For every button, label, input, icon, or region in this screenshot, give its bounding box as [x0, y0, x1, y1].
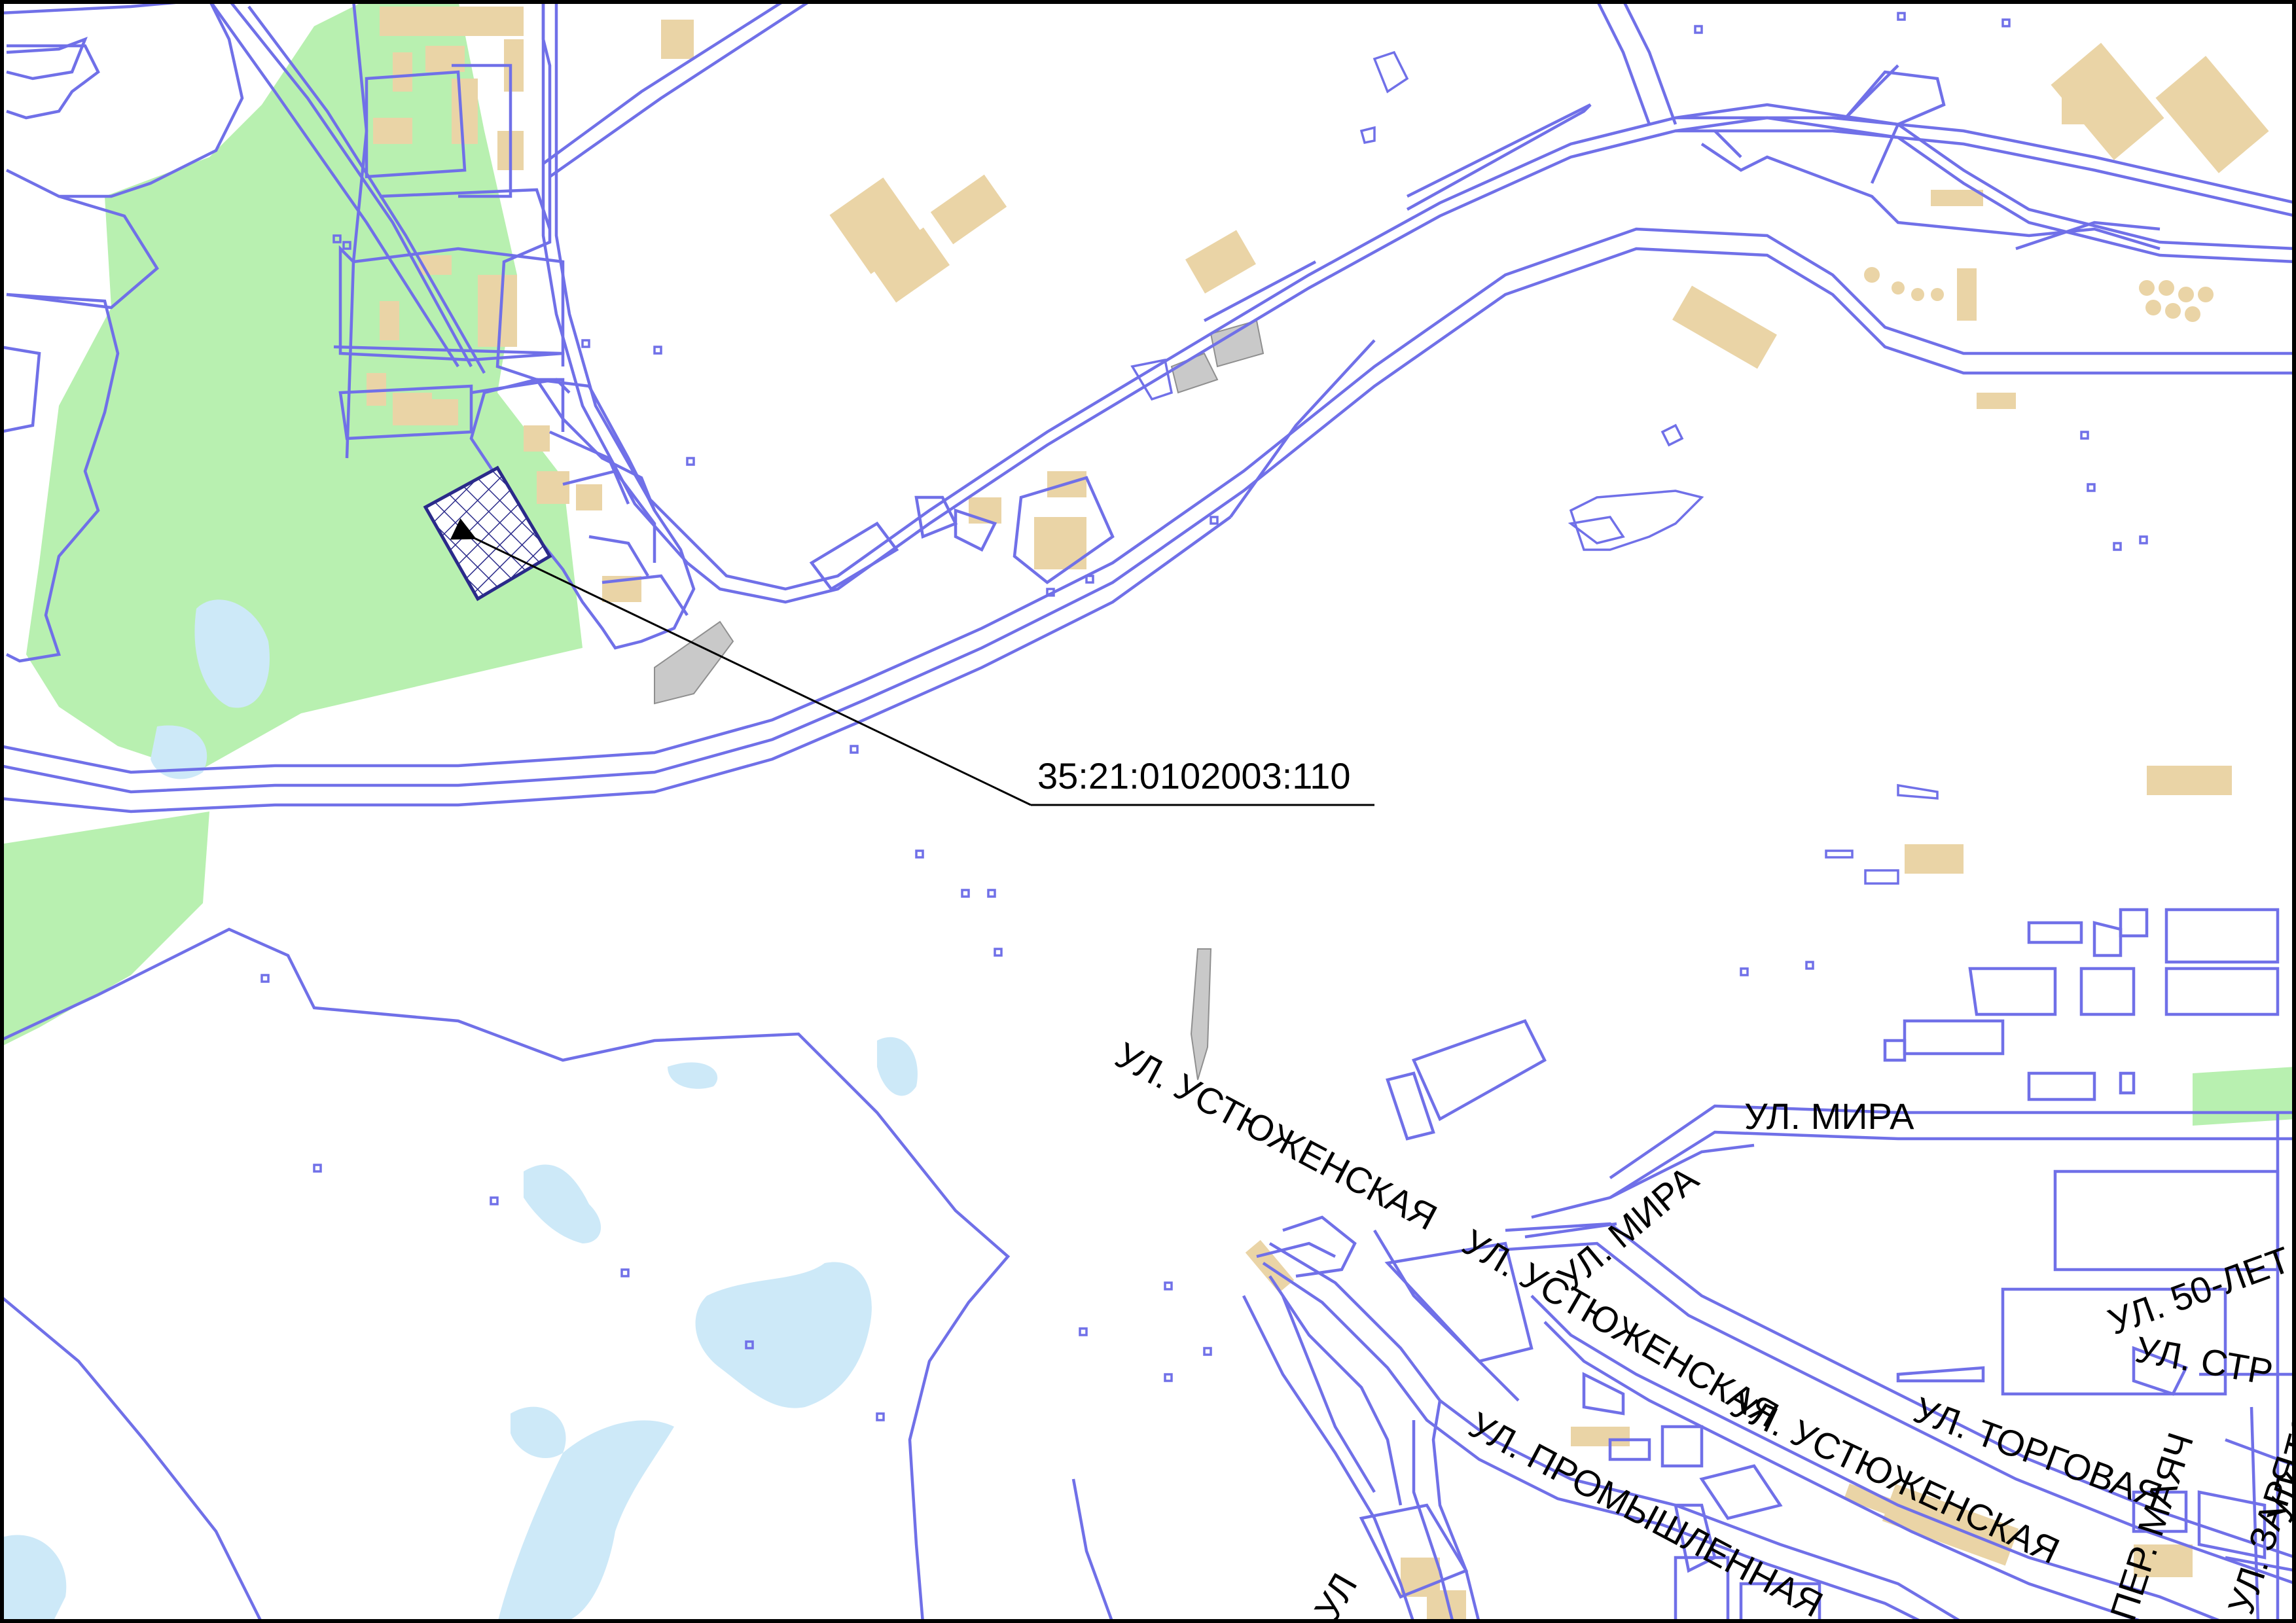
street-label-ustyuzhenskaya-1: УЛ. УСТЮЖЕНСКАЯ: [1109, 1034, 1443, 1238]
street-labels: УЛ. УСТЮЖЕНСКАЯ УЛ. МИРА УЛ. МИРА УЛ. УС…: [1109, 1034, 2296, 1623]
street-label-str: УЛ. СТР: [2132, 1329, 2276, 1393]
forest-areas: [0, 0, 2296, 1126]
map-canvas[interactable]: 35:21:0102003:110 УЛ. УСТЮЖЕНСКАЯ УЛ. МИ…: [0, 0, 2296, 1623]
street-label-ul-cut: УЛ: [1306, 1566, 1365, 1623]
water-bodies: [0, 599, 918, 1623]
cadastral-map[interactable]: 35:21:0102003:110 УЛ. УСТЮЖЕНСКАЯ УЛ. МИ…: [0, 0, 2296, 1623]
paved-areas: [654, 319, 1265, 1080]
storage-tanks: [1864, 267, 2214, 322]
cadastral-number-label: 35:21:0102003:110: [1037, 755, 1351, 796]
street-label-mira-1: УЛ. МИРА: [1744, 1096, 1914, 1137]
